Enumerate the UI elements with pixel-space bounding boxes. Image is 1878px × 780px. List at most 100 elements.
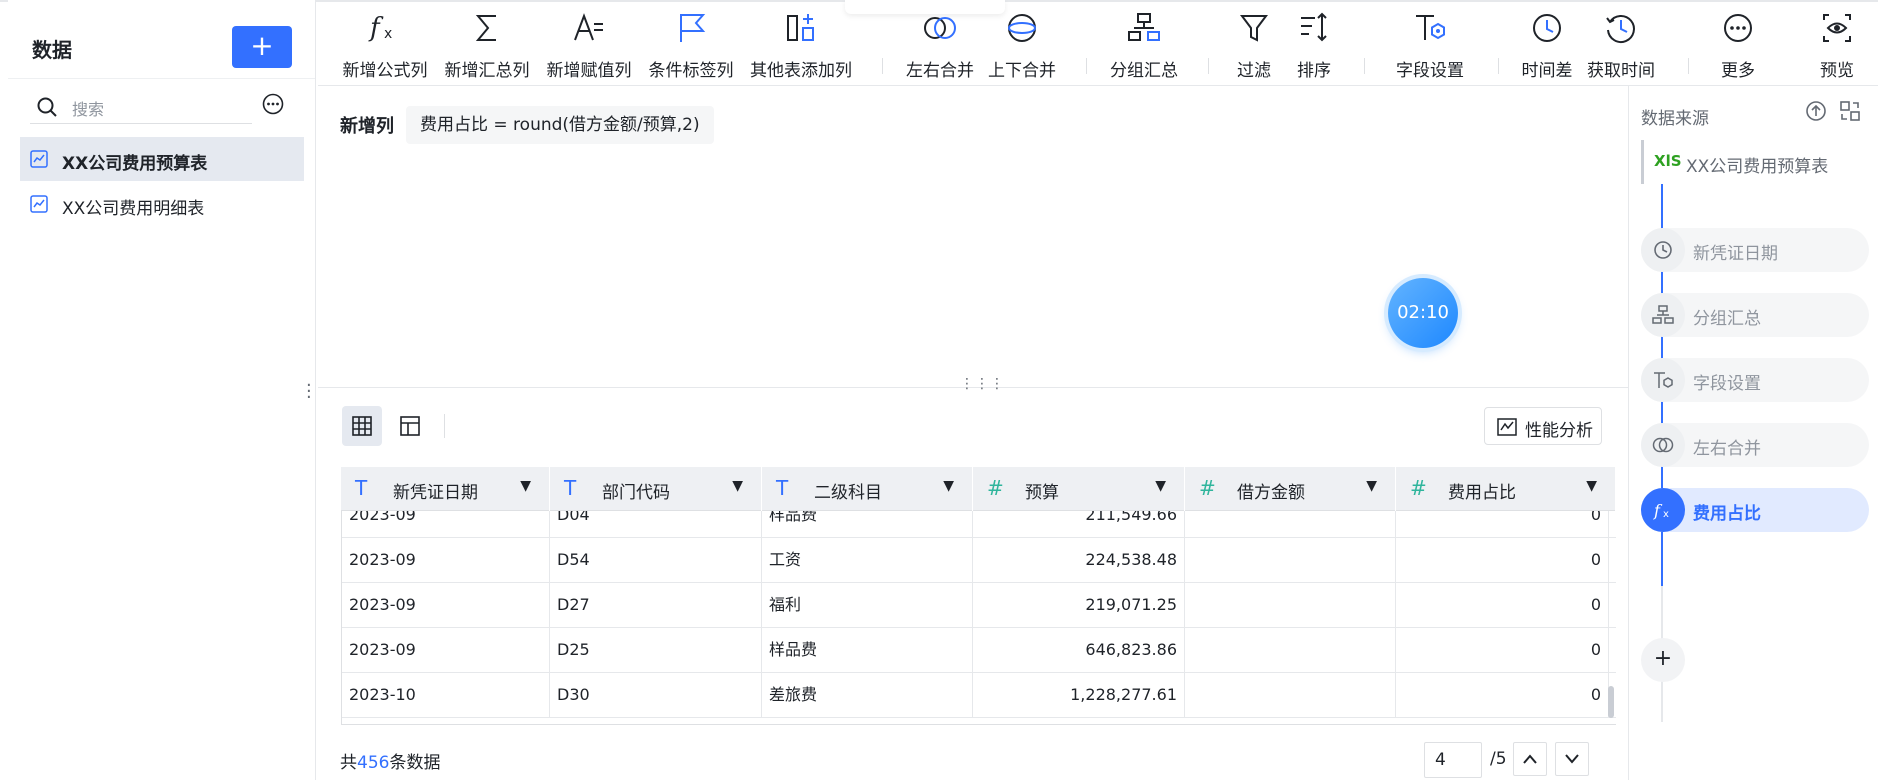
cell-dept[interactable]: D30: [550, 673, 762, 717]
page-prev-button[interactable]: [1513, 742, 1547, 776]
cell-date[interactable]: 2023-09: [342, 538, 550, 582]
cell-date[interactable]: 2023-09: [342, 511, 550, 537]
cell-ratio[interactable]: 0: [1396, 673, 1609, 717]
condition-tag-column-button[interactable]: 条件标签列: [646, 10, 736, 81]
table-row[interactable]: 2023-09 D04 样品费 211,549.66 0: [342, 511, 1616, 538]
cell-budget[interactable]: 211,549.66: [973, 511, 1185, 537]
flow-step-date[interactable]: 新凭证日期: [1641, 228, 1869, 272]
column-name: 二级科目: [814, 483, 882, 503]
page-next-button[interactable]: [1555, 742, 1589, 776]
table-row[interactable]: 2023-09 D54 工资 224,538.48 0: [342, 538, 1616, 583]
cell-debit[interactable]: [1185, 511, 1396, 537]
add-formula-column-button[interactable]: fx 新增公式列: [340, 10, 430, 81]
more-options-icon[interactable]: [262, 93, 284, 115]
dropdown-arrow-icon[interactable]: ▼: [520, 478, 531, 494]
cell-debit[interactable]: [1185, 583, 1396, 627]
merge-horizontal-button[interactable]: 左右合并: [904, 10, 976, 81]
splitter-drag-handle[interactable]: ⋮⋮⋮: [960, 376, 1005, 392]
cell-budget[interactable]: 219,071.25: [973, 583, 1185, 627]
group-summary-button[interactable]: 分组汇总: [1108, 10, 1180, 81]
add-column-icon: [787, 14, 814, 41]
cell-ratio[interactable]: 0: [1396, 628, 1609, 672]
sort-button[interactable]: 排序: [1290, 10, 1338, 81]
field-settings-button[interactable]: 字段设置: [1386, 10, 1474, 81]
preview-button[interactable]: 预览: [1812, 10, 1862, 81]
cell-subject[interactable]: 工资: [762, 538, 973, 582]
table-scrollbar[interactable]: [1608, 686, 1614, 718]
column-header-debit[interactable]: # 借方金额 ▼: [1185, 467, 1396, 511]
dropdown-arrow-icon[interactable]: ▼: [1586, 478, 1597, 494]
dropdown-arrow-icon[interactable]: ▼: [1155, 478, 1166, 494]
flow-source-node[interactable]: XlS XX公司费用预算表: [1641, 140, 1869, 184]
cell-date[interactable]: 2023-09: [342, 628, 550, 672]
cell-debit[interactable]: [1185, 673, 1396, 717]
sidebar-item-detail-table[interactable]: XX公司费用明细表: [20, 182, 304, 226]
flow-step-icon-wrap: [1641, 293, 1685, 337]
performance-analysis-button[interactable]: 性能分析: [1484, 407, 1602, 445]
cell-budget[interactable]: 224,538.48: [973, 538, 1185, 582]
cell-dept[interactable]: D25: [550, 628, 762, 672]
table-row[interactable]: 2023-10 D30 差旅费 1,228,277.61 0: [342, 673, 1616, 718]
number-type-icon: #: [1199, 476, 1216, 500]
layout-view-button[interactable]: [390, 406, 430, 446]
toolbar-label: 条件标签列: [648, 61, 734, 81]
timer-badge[interactable]: 02:10: [1388, 278, 1458, 348]
column-header-ratio[interactable]: # 费用占比 ▼: [1396, 467, 1616, 511]
add-column-from-other-table-button[interactable]: 其他表添加列: [746, 10, 856, 81]
cell-debit[interactable]: [1185, 538, 1396, 582]
table-header: T 新凭证日期 ▼ T 部门代码 ▼ T 二级科目 ▼ # 预算 ▼ # 借方金: [341, 467, 1616, 511]
dropdown-arrow-icon[interactable]: ▼: [943, 478, 954, 494]
flow-step-group[interactable]: 分组汇总: [1641, 293, 1869, 337]
formula-expression[interactable]: 费用占比 = round(借方金额/预算,2): [406, 106, 714, 144]
cell-ratio[interactable]: 0: [1396, 583, 1609, 627]
cell-debit[interactable]: [1185, 628, 1396, 672]
svg-text:f: f: [368, 13, 384, 43]
cell-dept[interactable]: D04: [550, 511, 762, 537]
cell-subject[interactable]: 福利: [762, 583, 973, 627]
flow-step-merge[interactable]: 左右合并: [1641, 423, 1869, 467]
table-row[interactable]: 2023-09 D27 福利 219,071.25 0: [342, 583, 1616, 628]
get-time-button[interactable]: 获取时间: [1576, 10, 1666, 81]
add-step-button[interactable]: +: [1641, 638, 1685, 682]
upload-icon[interactable]: [1805, 100, 1827, 122]
add-summary-column-button[interactable]: 新增汇总列: [442, 10, 532, 81]
cell-ratio[interactable]: 0: [1396, 511, 1609, 537]
table-row[interactable]: 2023-09 D25 样品费 646,823.86 0: [342, 628, 1616, 673]
column-header-budget[interactable]: # 预算 ▼: [973, 467, 1185, 511]
panel-collapse-handle[interactable]: · · ·: [306, 377, 312, 407]
column-header-dept[interactable]: T 部门代码 ▼: [550, 467, 762, 511]
cell-date[interactable]: 2023-10: [342, 673, 550, 717]
toolbar-divider: [1086, 58, 1087, 74]
flow-step-field-settings[interactable]: 字段设置: [1641, 358, 1869, 402]
switch-layout-icon[interactable]: [1839, 100, 1861, 122]
page-number-input[interactable]: 4: [1424, 742, 1482, 778]
column-header-date[interactable]: T 新凭证日期 ▼: [341, 467, 550, 511]
filter-button[interactable]: 过滤: [1230, 10, 1278, 81]
excel-file-icon: XlS: [1654, 152, 1682, 170]
more-button[interactable]: 更多: [1702, 10, 1774, 81]
grid-view-button[interactable]: [342, 406, 382, 446]
cell-subject[interactable]: 样品费: [762, 511, 973, 537]
dropdown-arrow-icon[interactable]: ▼: [1366, 478, 1377, 494]
column-header-subject[interactable]: T 二级科目 ▼: [762, 467, 973, 511]
cell-dept[interactable]: D54: [550, 538, 762, 582]
add-assign-column-button[interactable]: 新增赋值列: [544, 10, 634, 81]
cell-budget[interactable]: 1,228,277.61: [973, 673, 1185, 717]
dropdown-arrow-icon[interactable]: ▼: [732, 478, 743, 494]
add-data-button[interactable]: +: [232, 26, 292, 68]
cell-subject[interactable]: 样品费: [762, 628, 973, 672]
sidebar-item-budget-table[interactable]: XX公司费用预算表: [20, 137, 304, 181]
merge-horizontal-icon: [924, 17, 956, 39]
cell-budget[interactable]: 646,823.86: [973, 628, 1185, 672]
cell-subject[interactable]: 差旅费: [762, 673, 973, 717]
search-input[interactable]: 搜索: [30, 88, 252, 124]
time-diff-button[interactable]: 时间差: [1512, 10, 1582, 81]
performance-chart-icon: [1497, 418, 1517, 436]
flow-step-ratio[interactable]: fx 费用占比: [1641, 488, 1869, 532]
flow-step-label: 新凭证日期: [1693, 244, 1778, 264]
cell-dept[interactable]: D27: [550, 583, 762, 627]
table-body[interactable]: 2023-09 D04 样品费 211,549.66 0 2023-09 D54…: [341, 511, 1616, 725]
merge-vertical-button[interactable]: 上下合并: [986, 10, 1058, 81]
cell-ratio[interactable]: 0: [1396, 538, 1609, 582]
cell-date[interactable]: 2023-09: [342, 583, 550, 627]
